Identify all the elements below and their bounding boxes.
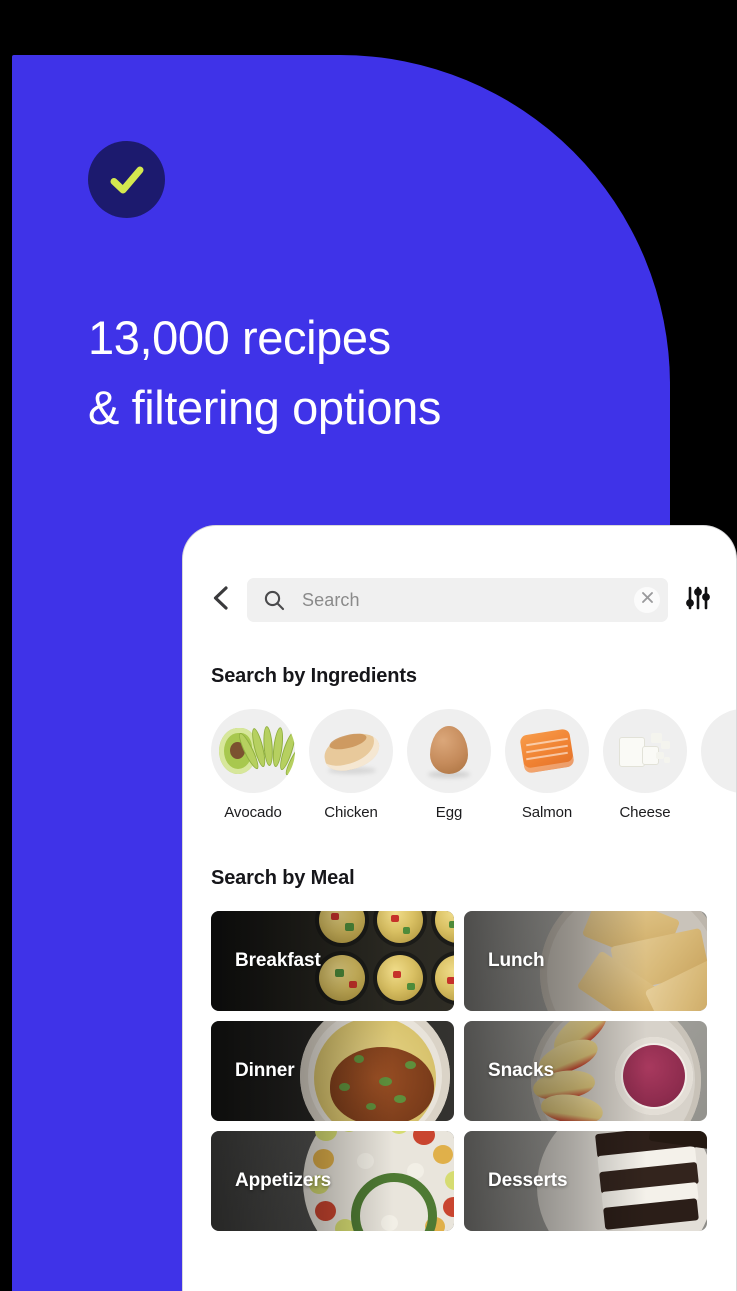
ingredients-section-title: Search by Ingredients (211, 665, 417, 687)
ingredient-item-salmon[interactable]: Salmon (505, 709, 589, 824)
meal-card-label: Dinner (235, 1060, 295, 1081)
check-badge (88, 141, 165, 218)
ingredient-label: Chicken (324, 804, 378, 821)
meals-section-title: Search by Meal (211, 867, 355, 889)
search-input[interactable]: Search (247, 578, 668, 622)
salmon-thumb (505, 709, 589, 793)
ingredient-label: Cheese (619, 804, 671, 821)
back-chevron-icon (209, 584, 233, 617)
meal-card-appetizers[interactable]: Appetizers (211, 1131, 454, 1231)
promo-headline: 13,000 recipes & filtering options (88, 311, 441, 434)
app-topbar: Search (183, 572, 736, 628)
meal-grid: Breakfast Lunch Dinner Snacks Appetizers… (211, 911, 711, 1231)
phone-app-card: Search Search by Ingredients Avocado Chi… (182, 525, 737, 1291)
ingredient-item-egg[interactable]: Egg (407, 709, 491, 824)
ingredient-item-chicken[interactable]: Chicken (309, 709, 393, 824)
filter-sliders-icon (684, 584, 712, 617)
meal-card-lunch[interactable]: Lunch (464, 911, 707, 1011)
ingredient-item-avocado[interactable]: Avocado (211, 709, 295, 824)
meal-card-label: Appetizers (235, 1170, 332, 1191)
partial-thumb (701, 709, 736, 793)
check-icon (105, 158, 149, 202)
chicken-thumb (309, 709, 393, 793)
filter-button[interactable] (682, 583, 714, 617)
avocado-thumb (211, 709, 295, 793)
egg-thumb (407, 709, 491, 793)
meal-card-dinner[interactable]: Dinner (211, 1021, 454, 1121)
meal-card-label: Snacks (488, 1060, 554, 1081)
ingredient-label: Avocado (224, 804, 282, 821)
back-button[interactable] (209, 583, 239, 617)
meal-card-label: Breakfast (235, 950, 321, 971)
ingredient-item-cheese[interactable]: Cheese (603, 709, 687, 824)
ingredient-label: Salmon (521, 804, 573, 821)
close-icon (641, 591, 654, 609)
meal-card-breakfast[interactable]: Breakfast (211, 911, 454, 1011)
search-placeholder-text: Search (302, 589, 360, 610)
meal-card-label: Lunch (488, 950, 545, 971)
search-icon (263, 589, 285, 611)
meal-card-label: Desserts (488, 1170, 568, 1191)
cheese-thumb (603, 709, 687, 793)
ingredient-label: Egg (435, 804, 463, 821)
ingredients-row: Avocado Chicken Egg Salmon Cheese (211, 709, 736, 824)
clear-search-button[interactable] (634, 587, 660, 613)
meal-card-desserts[interactable]: Desserts (464, 1131, 707, 1231)
meal-card-snacks[interactable]: Snacks (464, 1021, 707, 1121)
ingredient-item-partial[interactable] (701, 709, 736, 824)
